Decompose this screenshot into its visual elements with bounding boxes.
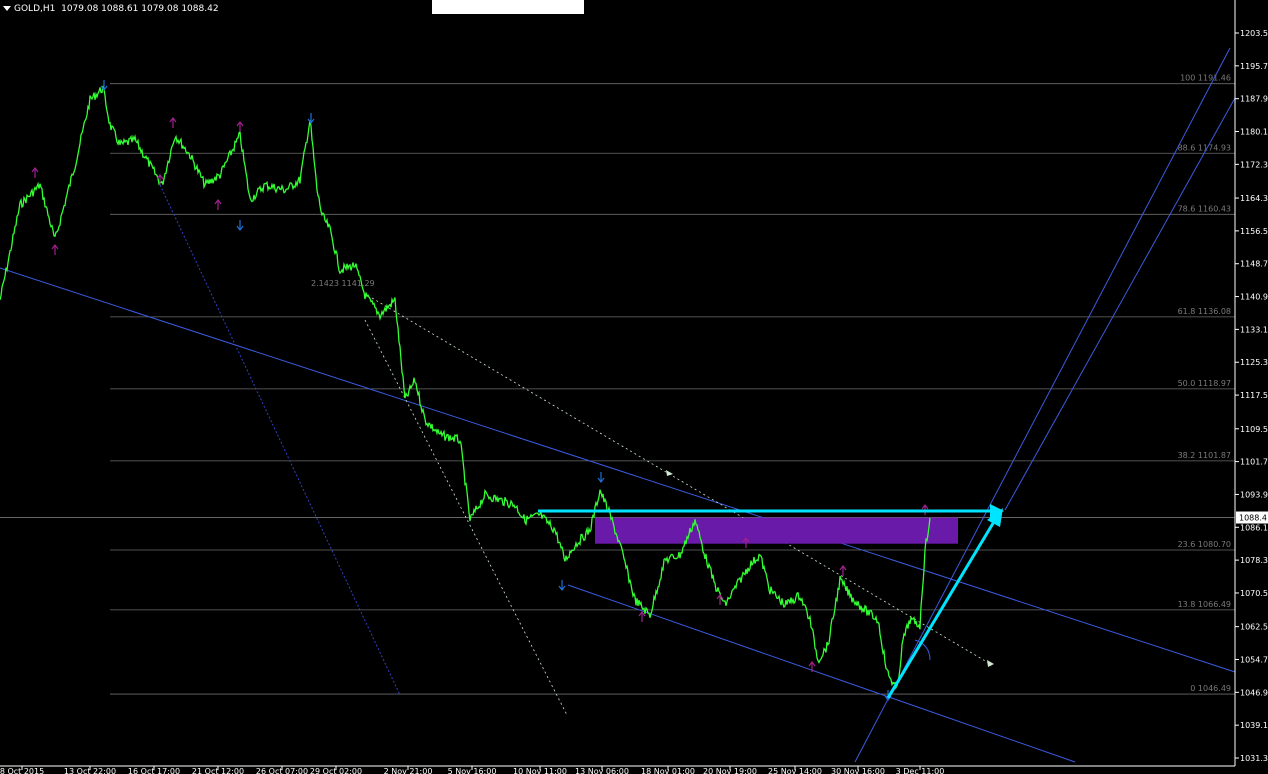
fib-level-label: 13.8 1066.49 <box>1178 600 1231 609</box>
x-tick-label: 16 Oct 17:00 <box>128 767 180 774</box>
y-tick-label: 1148.7 <box>1240 260 1268 269</box>
price-series <box>0 85 931 690</box>
symbol-label: GOLD,H1 <box>14 4 56 14</box>
y-tick-label: 1031.3 <box>1240 754 1268 763</box>
y-tick-label: 1117.5 <box>1240 391 1268 400</box>
y-tick-label: 1062.5 <box>1240 623 1268 632</box>
x-tick-label: 13 Oct 22:00 <box>64 767 116 774</box>
y-tick-label: 1109.5 <box>1240 425 1268 434</box>
y-tick-label: 1195.7 <box>1240 62 1268 71</box>
y-tick-label: 1070.5 <box>1240 589 1268 598</box>
x-tick-label: 8 Oct 2015 <box>0 767 44 774</box>
chart-canvas[interactable]: 100 1191.46 88.6 1174.93 78.6 1160.43 61.8 … <box>0 0 1268 774</box>
fib-level-label: 78.6 1160.43 <box>1178 204 1231 213</box>
x-tick-label: 5 Nov 16:00 <box>448 767 497 774</box>
x-tick-label: 13 Nov 06:00 <box>575 767 629 774</box>
fractal-arrow-icon <box>236 121 244 132</box>
fib-level-label: 88.6 1174.93 <box>1178 143 1231 152</box>
x-tick-label: 3 Dec 11:00 <box>896 767 945 774</box>
y-tick-label: 1054.7 <box>1240 655 1268 664</box>
fractal-arrow-icon <box>51 244 59 255</box>
y-tick-label: 1039.1 <box>1240 721 1268 730</box>
x-tick-label: 10 Nov 11:00 <box>513 767 567 774</box>
cyan-projection-line <box>886 519 997 699</box>
arrowhead-small <box>987 660 994 667</box>
y-tick-label: 1133.1 <box>1240 325 1268 334</box>
y-tick-label: 1078.3 <box>1240 556 1268 565</box>
fib-level-label: 61.8 1136.08 <box>1178 307 1231 316</box>
fractal-arrow-icon <box>100 80 108 91</box>
fib-level-label: 38.2 1101.87 <box>1178 451 1231 460</box>
x-tick-label: 2 Nov 21:00 <box>384 767 433 774</box>
y-tick-label: 1156.5 <box>1240 227 1268 236</box>
fib-level-label: 0 1046.49 <box>1190 684 1231 693</box>
current-price-label: 1088.4 <box>1239 514 1267 523</box>
y-tick-label: 1046.9 <box>1240 688 1268 697</box>
y-tick-label: 1172.3 <box>1240 160 1268 169</box>
channel-upper-line <box>0 267 1236 673</box>
fractal-arrow-icon <box>307 113 315 124</box>
x-tick-label: 26 Oct 07:00 <box>256 767 308 774</box>
fractal-arrow-icon <box>558 580 566 591</box>
y-tick-label: 1093.9 <box>1240 490 1268 499</box>
rising-channel-left-line <box>854 47 1231 763</box>
y-tick-label: 1187.9 <box>1240 95 1268 104</box>
y-tick-label: 1086.1 <box>1240 523 1268 532</box>
fib-level-label: 50.0 1118.97 <box>1178 379 1231 388</box>
chart-header: GOLD,H1 1079.08 1088.61 1079.08 1088.42 <box>3 4 219 14</box>
y-tick-label: 1140.9 <box>1240 293 1268 302</box>
y-tick-label: 1180.1 <box>1240 128 1268 137</box>
x-tick-label: 18 Nov 01:00 <box>641 767 695 774</box>
y-tick-label: 1125.3 <box>1240 358 1268 367</box>
fib-level-label: 100 1191.46 <box>1180 74 1231 83</box>
x-tick-label: 30 Nov 16:00 <box>831 767 885 774</box>
rising-channel-right-line <box>1004 97 1236 511</box>
arrowhead-small <box>666 470 673 476</box>
y-tick-label: 1164.3 <box>1240 194 1268 203</box>
x-tick-label: 20 Nov 19:00 <box>703 767 757 774</box>
dropdown-icon[interactable] <box>3 6 11 11</box>
annotation-label: 2.1423 1141.29 <box>311 279 375 288</box>
dotted-trend-blue <box>159 184 401 696</box>
x-tick-label: 21 Oct 12:00 <box>192 767 244 774</box>
fractal-arrow-icon <box>839 565 847 576</box>
fractal-arrow-icon <box>169 117 177 128</box>
ohlc-values: 1079.08 1088.61 1079.08 1088.42 <box>61 4 219 14</box>
fractal-arrow-icon <box>597 472 605 483</box>
toolbar-box[interactable] <box>432 0 584 14</box>
fractal-arrow-icon <box>638 611 646 622</box>
y-tick-label: 1101.7 <box>1240 458 1268 467</box>
purple-zone <box>595 517 958 544</box>
x-tick-label: 25 Nov 14:00 <box>768 767 822 774</box>
fractal-arrow-icon <box>214 199 222 210</box>
x-tick-label: 29 Oct 02:00 <box>310 767 362 774</box>
y-tick-label: 1203.5 <box>1240 29 1268 38</box>
fib-level-label: 23.6 1080.70 <box>1178 540 1231 549</box>
fractal-arrow-icon <box>236 220 244 231</box>
fractal-arrow-icon <box>31 167 39 178</box>
